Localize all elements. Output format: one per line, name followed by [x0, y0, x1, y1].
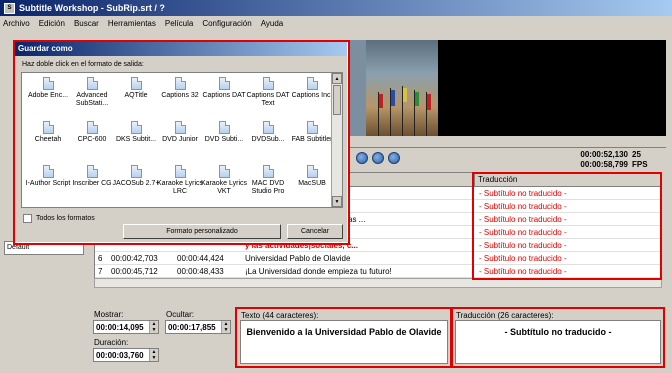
video-seekbar[interactable]: [348, 136, 666, 148]
flag: [403, 88, 407, 102]
row-number: 7: [98, 267, 103, 276]
play-icon[interactable]: [356, 152, 368, 164]
spin-arrows-icon[interactable]: ▲ ▼: [149, 321, 158, 333]
time-display: 00:00:52,130 00:00:58,799: [576, 150, 628, 170]
dialog-highlight: [13, 40, 350, 245]
menu-configuracion[interactable]: Configuración: [202, 19, 251, 28]
menu-archivo[interactable]: Archivo: [3, 19, 30, 28]
title-bar: S Subtitle Workshop - SubRip.srt / ?: [0, 0, 672, 16]
fps-value: 25: [632, 150, 641, 159]
row-hide-time: 00:00:44,424: [177, 254, 224, 263]
translation-column-highlight: [472, 172, 662, 280]
menu-bar: Archivo Edición Buscar Herramientas Pelí…: [0, 16, 672, 30]
show-label: Mostrar:: [94, 310, 124, 319]
translation-editor-highlight: [451, 307, 665, 368]
video-sky: [348, 40, 366, 136]
app-icon: S: [4, 2, 15, 14]
menu-herramientas[interactable]: Herramientas: [108, 19, 156, 28]
flag: [415, 92, 419, 106]
fps-label: FPS: [632, 160, 648, 169]
app-window: S Subtitle Workshop - SubRip.srt / ? Arc…: [0, 0, 672, 373]
show-time-input[interactable]: 00:00:14,095 ▲ ▼: [93, 320, 159, 334]
show-time-value: 00:00:14,095: [96, 322, 144, 332]
time-current: 00:00:52,130: [580, 150, 628, 159]
video-preview[interactable]: [348, 40, 666, 136]
row-text: Universidad Pablo de Olavide: [245, 254, 351, 263]
flag: [379, 94, 383, 108]
menu-ayuda[interactable]: Ayuda: [261, 19, 284, 28]
spin-arrows-icon[interactable]: ▲ ▼: [221, 321, 230, 333]
row-show-time: 00:00:45,712: [111, 267, 158, 276]
row-number: 6: [98, 254, 103, 263]
next-icon[interactable]: [388, 152, 400, 164]
hide-time-input[interactable]: 00:00:17,855 ▲ ▼: [165, 320, 231, 334]
flag: [427, 94, 431, 110]
previous-icon[interactable]: [372, 152, 384, 164]
flag: [391, 90, 395, 106]
spin-arrows-icon[interactable]: ▲ ▼: [149, 349, 158, 361]
text-editor-highlight: [235, 307, 452, 368]
hide-label: Ocultar:: [166, 310, 195, 319]
duration-value: 00:00:03,760: [96, 350, 144, 360]
fps-display: 25 FPS: [632, 150, 662, 170]
row-hide-time: 00:00:48,433: [177, 267, 224, 276]
row-text: ¡La Universidad donde empieza tu futuro!: [245, 267, 392, 276]
window-title: Subtitle Workshop - SubRip.srt / ?: [19, 3, 165, 13]
duration-label: Duración:: [94, 338, 129, 347]
menu-buscar[interactable]: Buscar: [74, 19, 99, 28]
menu-pelicula[interactable]: Película: [165, 19, 193, 28]
menu-edicion[interactable]: Edición: [39, 19, 65, 28]
row-show-time: 00:00:42,703: [111, 254, 158, 263]
duration-input[interactable]: 00:00:03,760 ▲ ▼: [93, 348, 159, 362]
time-total: 00:00:58,799: [580, 160, 628, 169]
hide-time-value: 00:00:17,855: [168, 322, 216, 332]
